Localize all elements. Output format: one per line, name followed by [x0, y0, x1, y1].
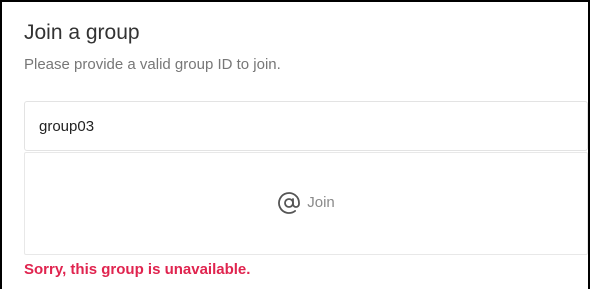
group-id-value: group03	[39, 118, 95, 135]
at-sign-icon	[277, 191, 301, 215]
join-group-panel: Join a group Please provide a valid grou…	[0, 0, 590, 289]
page-subtitle: Please provide a valid group ID to join.	[24, 56, 281, 73]
group-id-input[interactable]: group03	[24, 101, 588, 151]
error-message: Sorry, this group is unavailable.	[24, 261, 251, 278]
page-title: Join a group	[24, 21, 140, 44]
join-button[interactable]: Join	[24, 152, 588, 255]
join-button-label: Join	[307, 194, 335, 211]
join-button-content: Join	[25, 191, 587, 215]
